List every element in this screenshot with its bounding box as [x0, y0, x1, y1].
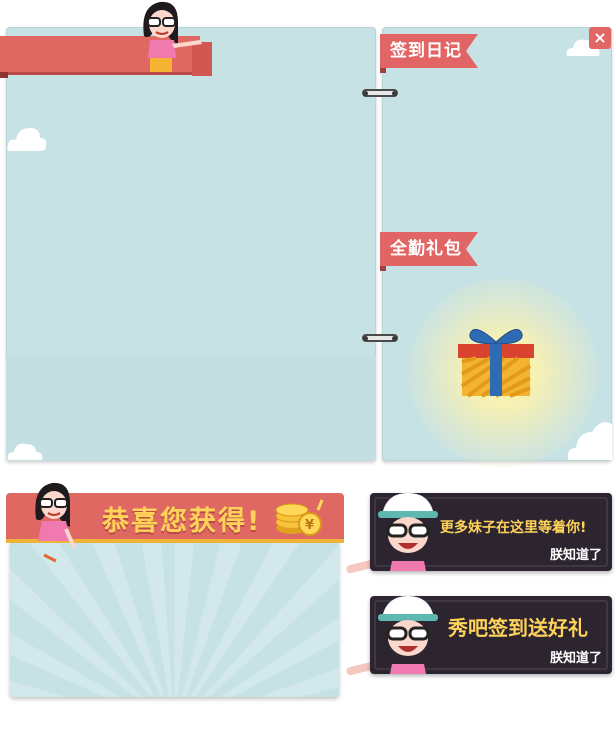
binder-ring-icon — [362, 334, 398, 342]
reward-panel — [10, 542, 339, 697]
card-message: 秀吧签到送好礼 — [448, 616, 588, 640]
diary-ribbon: 签到日记 — [380, 34, 478, 73]
coins-icon: ¥ — [272, 498, 326, 538]
reward-title: 恭喜您获得! — [102, 506, 262, 537]
binder-ring-icon — [362, 89, 398, 97]
mascot-girl-icon — [138, 0, 208, 74]
ribbon-fold — [380, 68, 386, 73]
close-button[interactable]: × — [589, 27, 611, 49]
diary-label: 签到日记 — [390, 41, 462, 61]
ribbon-fold — [380, 266, 386, 271]
left-page — [6, 27, 376, 461]
promo-card-more-girls[interactable]: 更多妹子在这里等着你! 朕知道了 — [370, 493, 612, 571]
acknowledge-button[interactable]: 朕知道了 — [550, 647, 602, 666]
svg-text:¥: ¥ — [305, 518, 314, 533]
reward-rays — [10, 542, 339, 697]
cloud-icon — [6, 438, 44, 460]
top-banner-fold — [0, 72, 8, 78]
gift-ribbon: 全勤礼包 — [380, 232, 478, 271]
close-icon: × — [593, 28, 607, 47]
promo-card-sign-in-gift[interactable]: 秀吧签到送好礼 朕知道了 — [370, 596, 612, 674]
card-message: 更多妹子在这里等着你! — [440, 520, 587, 536]
cloud-icon — [6, 122, 48, 152]
gift-label: 全勤礼包 — [390, 239, 462, 259]
gift-icon[interactable] — [456, 322, 536, 398]
acknowledge-button[interactable]: 朕知道了 — [550, 544, 602, 563]
left-page-lower-area — [6, 355, 376, 461]
sign-in-screen: 签到日记 全勤礼包 × 恭喜您获得! ¥ 更多妹子在这里等着你! 朕知道了 秀吧… — [0, 0, 615, 750]
hat-girl-icon — [376, 493, 440, 571]
hat-girl-icon — [376, 596, 440, 674]
mascot-girl-icon — [30, 481, 90, 563]
